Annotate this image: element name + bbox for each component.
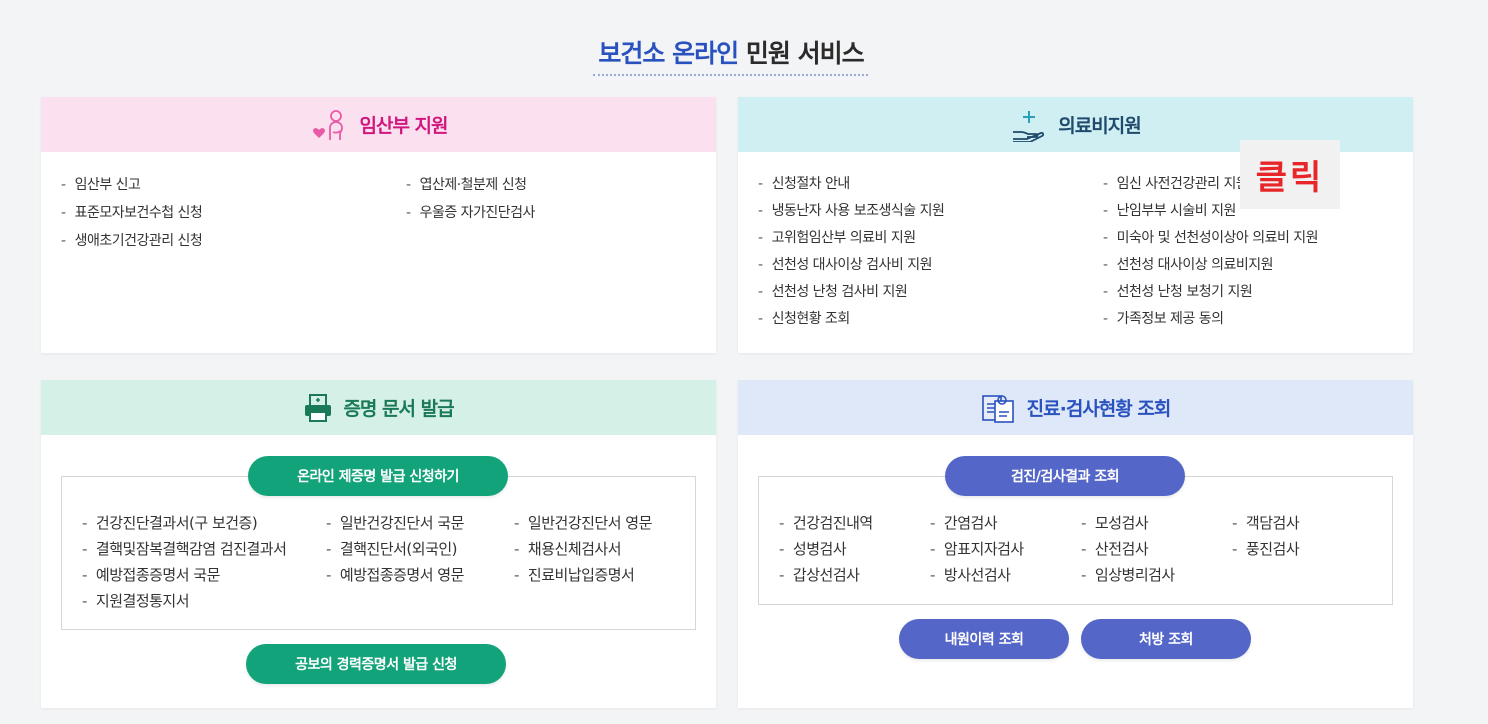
click-annotation: 클릭 — [1240, 140, 1340, 209]
link-radiology-test[interactable]: 방사선검사 — [930, 562, 1024, 588]
link-tb-diagnosis-foreigner[interactable]: 결핵진단서(외국인) — [326, 536, 464, 562]
exam-status-header: 진료·검사현황 조회 — [738, 380, 1413, 435]
medical-cost-title: 의료비지원 — [1058, 115, 1141, 137]
link-mother-child-handbook[interactable]: 표준모자보건수첩 신청 — [61, 199, 203, 227]
link-vaccination-cert-en[interactable]: 예방접종증명서 영문 — [326, 562, 464, 588]
certificate-links-col3: 일반건강진단서 영문 채용신체검사서 진료비납입증명서 — [514, 510, 652, 588]
certificate-links-col2: 일반건강진단서 국문 결핵진단서(외국인) 예방접종증명서 영문 — [326, 510, 464, 588]
link-pregnancy-report[interactable]: 임산부 신고 — [61, 171, 202, 199]
exam-links-col1: 건강검진내역 성병검사 갑상선검사 — [779, 510, 873, 588]
link-hearing-aid-support[interactable]: 선천성 난청 보청기 지원 — [1103, 279, 1318, 306]
link-support-decision-notice[interactable]: 지원결정통지서 — [82, 588, 286, 614]
link-folic-iron-request[interactable]: 엽산제·철분제 신청 — [406, 171, 535, 199]
link-hearing-test-cost[interactable]: 선천성 난청 검사비 지원 — [758, 279, 944, 306]
career-certificate-request-button[interactable]: 공보의 경력증명서 발급 신청 — [246, 644, 506, 684]
certificate-list-box: 건강진단결과서(구 보건증) 결핵및잠복결핵감염 검진결과서 예방접종증명서 국… — [61, 476, 696, 630]
visit-history-button[interactable]: 내원이력 조회 — [899, 619, 1069, 659]
hand-plus-icon — [1010, 108, 1048, 142]
link-early-life-care[interactable]: 생애초기건강관리 신청 — [61, 227, 203, 255]
link-thyroid-test[interactable]: 갑상선검사 — [779, 562, 873, 588]
certificate-links-col1: 건강진단결과서(구 보건증) 결핵및잠복결핵감염 검진결과서 예방접종증명서 국… — [82, 510, 287, 614]
exam-links-col2: 간염검사 암표지자검사 방사선검사 — [930, 510, 1024, 588]
exam-status-card: 진료·검사현황 조회 건강검진내역 성병검사 갑상선검사 간염검사 암표지자검사… — [738, 380, 1413, 708]
link-general-health-cert-ko[interactable]: 일반건강진단서 국문 — [326, 510, 464, 536]
link-employment-physical[interactable]: 채용신체검사서 — [514, 536, 652, 562]
link-tumor-marker-test[interactable]: 암표지자검사 — [930, 536, 1024, 562]
page-title: 보건소 온라인 민원 서비스 — [0, 34, 1462, 70]
link-application-status[interactable]: 신청현황 조회 — [758, 306, 944, 333]
link-high-risk-pregnancy[interactable]: 고위험임산부 의료비 지원 — [758, 225, 944, 252]
link-health-checkup-history[interactable]: 건강검진내역 — [779, 510, 873, 536]
link-tb-screening-result[interactable]: 결핵및잠복결핵감염 검진결과서 — [82, 536, 287, 562]
link-hepatitis-test[interactable]: 간염검사 — [930, 510, 1024, 536]
exam-status-title: 진료·검사현황 조회 — [1026, 398, 1172, 420]
certificate-header: 증명 문서 발급 — [41, 380, 716, 435]
certificate-issue-card: 증명 문서 발급 건강진단결과서(구 보건증) 결핵및잠복결핵감염 검진결과서 … — [41, 380, 716, 708]
link-frozen-egg-support[interactable]: 냉동난자 사용 보조생식술 지원 — [758, 198, 945, 225]
exam-links-col4: 객담검사 풍진검사 — [1232, 510, 1300, 562]
pregnant-links-col2: 엽산제·철분제 신청 우울증 자가진단검사 — [406, 171, 536, 227]
link-rubella-test[interactable]: 풍진검사 — [1232, 536, 1300, 562]
exam-links-col3: 모성검사 산전검사 임상병리검사 — [1081, 510, 1175, 588]
medical-cost-support-card: 의료비지원 신청절차 안내 냉동난자 사용 보조생식술 지원 고위험임산부 의료… — [738, 97, 1413, 353]
pregnant-support-header: 임산부 지원 — [41, 97, 716, 152]
link-medical-payment-cert[interactable]: 진료비납입증명서 — [514, 562, 652, 588]
link-metabolic-test-cost[interactable]: 선천성 대사이상 검사비 지원 — [758, 252, 944, 279]
link-clinical-pathology-test[interactable]: 임상병리검사 — [1081, 562, 1175, 588]
medical-links-col1: 신청절차 안내 냉동난자 사용 보조생식술 지원 고위험임산부 의료비 지원 선… — [758, 171, 945, 333]
online-certificate-request-button[interactable]: 온라인 제증명 발급 신청하기 — [248, 456, 508, 496]
printer-icon — [303, 393, 333, 423]
link-vaccination-cert-ko[interactable]: 예방접종증명서 국문 — [82, 562, 286, 588]
link-maternal-test[interactable]: 모성검사 — [1081, 510, 1175, 536]
link-health-check-result[interactable]: 건강진단결과서(구 보건증) — [82, 510, 286, 536]
link-prenatal-test[interactable]: 산전검사 — [1081, 536, 1175, 562]
link-general-health-cert-en[interactable]: 일반건강진단서 영문 — [514, 510, 652, 536]
pregnant-woman-icon — [309, 108, 349, 142]
link-procedure-guide[interactable]: 신청절차 안내 — [758, 171, 944, 198]
link-std-test[interactable]: 성병검사 — [779, 536, 873, 562]
pregnant-support-title: 임산부 지원 — [359, 115, 448, 137]
pregnant-links-col1: 임산부 신고 표준모자보건수첩 신청 생애초기건강관리 신청 — [61, 171, 203, 255]
link-depression-self-test[interactable]: 우울증 자가진단검사 — [406, 199, 536, 227]
title-underline — [593, 74, 868, 76]
link-premature-infant-support[interactable]: 미숙아 및 선천성이상아 의료비 지원 — [1103, 225, 1319, 252]
page-title-rest: 민원 서비스 — [745, 39, 865, 68]
pregnant-support-card: 임산부 지원 임산부 신고 표준모자보건수첩 신청 생애초기건강관리 신청 엽산… — [41, 97, 716, 353]
exam-result-lookup-button[interactable]: 검진/검사결과 조회 — [945, 456, 1185, 496]
page-title-accent: 보건소 온라인 — [598, 39, 739, 68]
link-metabolic-medical-cost[interactable]: 선천성 대사이상 의료비지원 — [1103, 252, 1318, 279]
link-family-info-consent[interactable]: 가족정보 제공 동의 — [1103, 306, 1318, 333]
medical-record-icon — [981, 392, 1017, 424]
prescription-lookup-button[interactable]: 처방 조회 — [1081, 619, 1251, 659]
certificate-title: 증명 문서 발급 — [343, 398, 454, 420]
link-sputum-test[interactable]: 객담검사 — [1232, 510, 1300, 536]
